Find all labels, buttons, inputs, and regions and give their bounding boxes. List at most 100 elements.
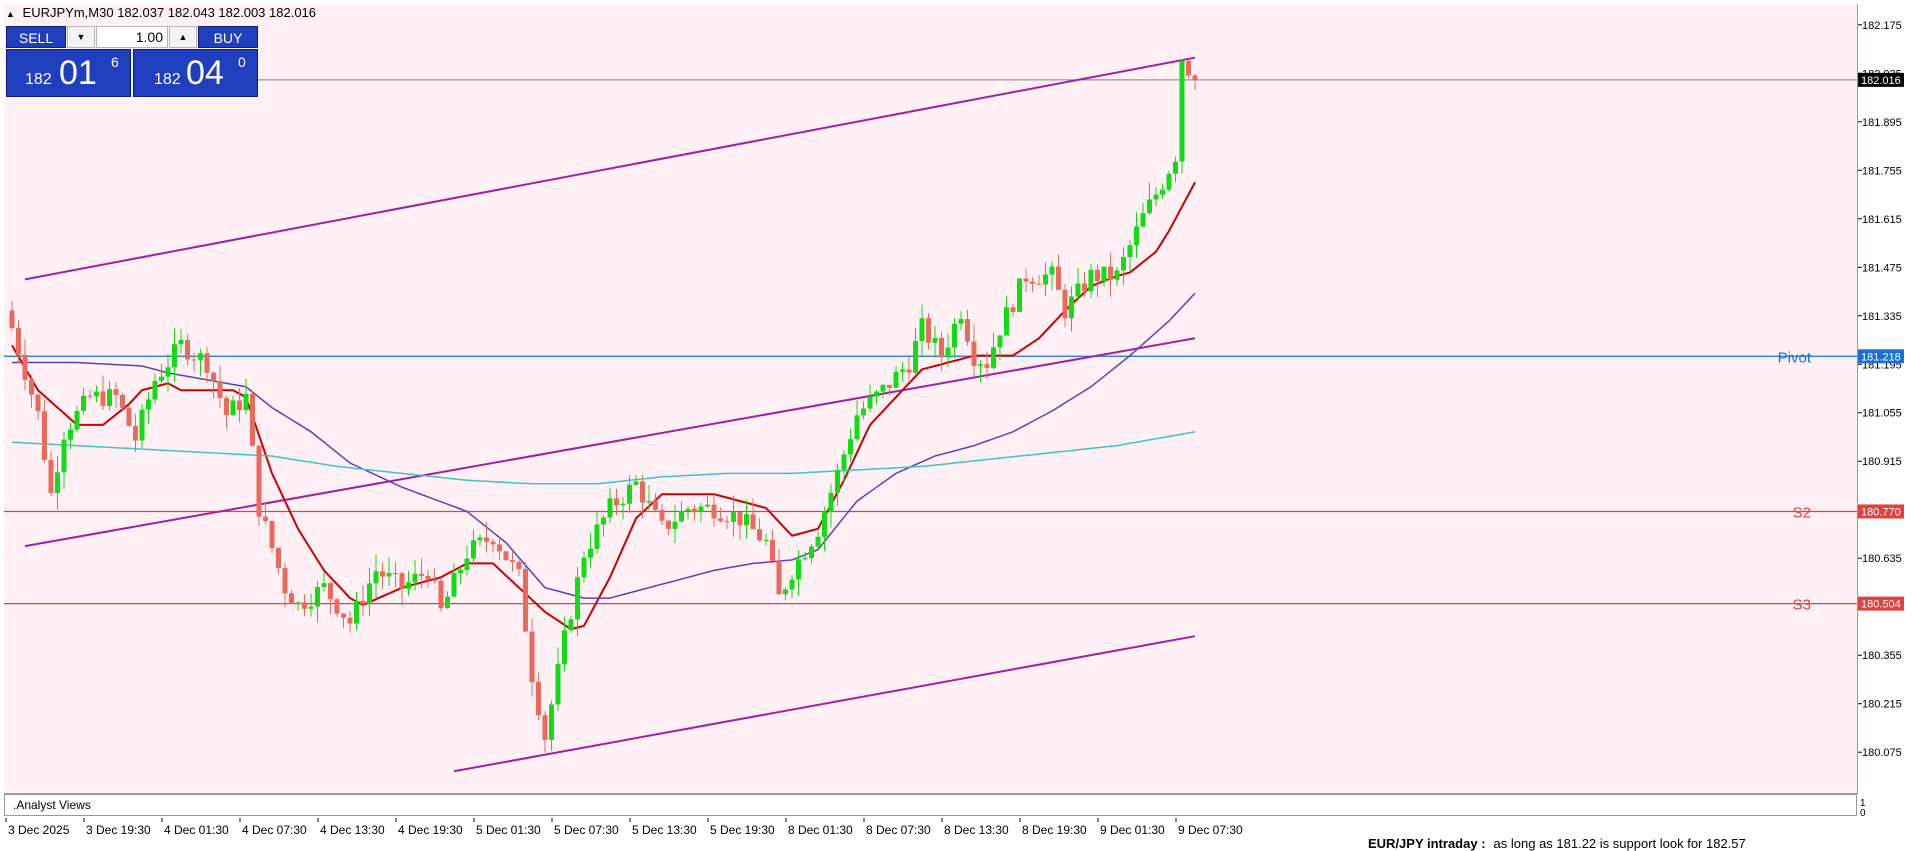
candle bbox=[633, 474, 639, 487]
candle bbox=[835, 463, 840, 506]
candle bbox=[185, 334, 190, 366]
price-axis[interactable]: 182.175182.035181.895181.755181.615181.4… bbox=[1858, 0, 1916, 840]
candle-body bbox=[809, 546, 814, 559]
candle bbox=[906, 355, 912, 380]
candle-body bbox=[81, 395, 86, 411]
candle bbox=[698, 502, 704, 523]
candle-body bbox=[620, 503, 626, 506]
sell-price-main: 01 bbox=[59, 54, 97, 92]
candle-body bbox=[204, 353, 210, 373]
candle bbox=[1095, 264, 1100, 298]
candle bbox=[250, 390, 255, 447]
candle bbox=[198, 348, 203, 377]
buy-price-box[interactable]: 182 04 0 bbox=[133, 49, 258, 97]
candle-body bbox=[55, 472, 60, 493]
time-axis[interactable]: EUR/JPY intraday : as long as 181.22 is s… bbox=[0, 818, 1858, 851]
candle-body bbox=[984, 364, 990, 368]
candle bbox=[22, 339, 28, 391]
sell-price-box[interactable]: 182 01 6 bbox=[6, 49, 131, 97]
candle bbox=[1160, 183, 1165, 199]
buy-button[interactable]: BUY bbox=[198, 26, 258, 48]
candle-body bbox=[679, 510, 684, 522]
time-tick-label: 5 Dec 01:30 bbox=[476, 823, 541, 837]
candle bbox=[61, 431, 67, 489]
candle-body bbox=[373, 571, 379, 584]
price-tick-label: 181.895 bbox=[1862, 117, 1902, 129]
candle-body bbox=[321, 583, 327, 588]
candle bbox=[874, 389, 879, 405]
candle bbox=[932, 325, 938, 358]
candle bbox=[555, 647, 561, 712]
candle-body bbox=[256, 445, 262, 517]
candle-body bbox=[965, 319, 970, 342]
candle bbox=[315, 581, 320, 623]
candle bbox=[295, 600, 301, 611]
candle bbox=[159, 363, 164, 384]
candle bbox=[471, 529, 476, 566]
level-s3-tag-label: 180.504 bbox=[1861, 599, 1901, 611]
candle-body bbox=[607, 498, 613, 518]
lot-decrease-button[interactable]: ▼ bbox=[67, 26, 95, 48]
candle-body bbox=[42, 411, 47, 460]
collapse-triangle-icon[interactable]: ▲ bbox=[6, 9, 15, 19]
candle-body bbox=[575, 577, 580, 620]
candle-body bbox=[133, 425, 138, 441]
candle-body bbox=[666, 520, 671, 529]
candle-body bbox=[94, 391, 99, 397]
candle bbox=[1121, 247, 1126, 285]
candle-body bbox=[1088, 269, 1094, 292]
chevron-up-icon: ▲ bbox=[178, 32, 188, 42]
candle-body bbox=[523, 568, 528, 632]
sell-button[interactable]: SELL bbox=[6, 26, 66, 48]
candle-body bbox=[926, 318, 931, 343]
candle bbox=[152, 373, 158, 405]
candle bbox=[1075, 268, 1081, 301]
candle-body bbox=[627, 484, 632, 504]
lot-increase-button[interactable]: ▲ bbox=[169, 26, 197, 48]
candles bbox=[9, 59, 1198, 753]
candle-body bbox=[1049, 266, 1055, 275]
candle bbox=[1043, 262, 1048, 297]
indicator-subwindow[interactable]: .Analyst Views bbox=[4, 794, 1857, 816]
level-name-pivot: Pivot bbox=[1778, 349, 1812, 366]
subwindow-scale-bottom: 0 bbox=[1860, 808, 1866, 819]
candle bbox=[1062, 284, 1068, 327]
candle-body bbox=[711, 504, 717, 519]
candle bbox=[867, 384, 873, 412]
candle-body bbox=[685, 508, 691, 511]
candle-body bbox=[750, 514, 756, 530]
candle bbox=[308, 593, 314, 617]
candle bbox=[692, 504, 697, 522]
candle bbox=[536, 672, 541, 721]
time-tick-label: 4 Dec 13:30 bbox=[320, 823, 385, 837]
candle-body bbox=[178, 340, 184, 345]
candle bbox=[360, 585, 366, 616]
candle-body bbox=[432, 579, 437, 581]
candle-body bbox=[705, 504, 710, 507]
candle bbox=[243, 378, 249, 415]
time-tick-label: 5 Dec 19:30 bbox=[710, 823, 775, 837]
candle bbox=[321, 572, 327, 592]
candle-body bbox=[315, 587, 320, 607]
candle bbox=[367, 567, 372, 616]
candle bbox=[380, 562, 385, 589]
candle bbox=[289, 590, 294, 604]
candle-body bbox=[887, 384, 892, 388]
candle bbox=[399, 571, 405, 606]
subwindow-label: .Analyst Views bbox=[13, 798, 91, 812]
candle-body bbox=[919, 318, 925, 342]
candle-body bbox=[1121, 256, 1126, 271]
candle-body bbox=[243, 393, 249, 411]
candle-body bbox=[542, 715, 548, 740]
candle bbox=[1192, 73, 1198, 91]
level-name-s3: S3 bbox=[1793, 597, 1811, 614]
candle-body bbox=[61, 439, 67, 473]
candle-body bbox=[815, 536, 821, 547]
lot-size-input[interactable]: 1.00 bbox=[96, 26, 168, 48]
candle-body bbox=[776, 561, 782, 595]
candle-body bbox=[1127, 245, 1133, 257]
candle bbox=[1147, 182, 1152, 216]
plot-area[interactable]: Pivot S2 S3 bbox=[4, 4, 1858, 794]
candle bbox=[217, 365, 223, 409]
current-price-tag-label: 182.016 bbox=[1861, 75, 1901, 87]
